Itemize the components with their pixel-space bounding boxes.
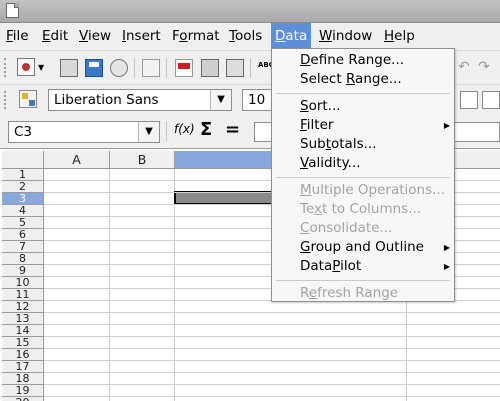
data-menu-dropdown: Define Range... Select Range... Sort... … [271,48,455,302]
font-size-value: 10 [248,92,266,108]
menu-item-refresh-range[interactable]: Refresh Range [300,285,398,301]
function-wizard-icon[interactable]: f(x) [174,122,195,136]
justify-icon[interactable] [482,91,500,109]
toolbar-separator [134,58,135,78]
row-header-6[interactable]: 6 [2,229,44,241]
row-header-19[interactable]: 19 [2,385,44,397]
menu-item-define-range[interactable]: Define Range... [300,52,404,68]
menu-format[interactable]: Format [168,23,224,49]
font-name-value: Liberation Sans [54,92,159,108]
row-header-16[interactable]: 16 [2,349,44,361]
document-icon [6,3,19,18]
name-box[interactable]: C3 ▼ [8,121,160,143]
edit-file-icon[interactable] [142,59,160,77]
row-header-14[interactable]: 14 [2,325,44,337]
grid-line [44,396,500,397]
email-icon[interactable] [110,59,128,77]
toolbar-grip[interactable] [4,58,10,77]
grid-line [44,312,500,313]
redo-icon[interactable]: ↷ [478,59,496,77]
formula-icon[interactable]: = [225,119,240,140]
chevron-down-icon[interactable]: ▼ [210,90,231,110]
menu-insert[interactable]: Insert [118,23,165,49]
grid-line [44,336,500,337]
menu-window[interactable]: Window [315,23,376,49]
menu-separator [276,177,450,178]
open-folder-icon[interactable] [60,59,78,77]
toolbar-separator [166,121,167,141]
menu-item-validity[interactable]: Validity... [300,155,361,171]
menu-separator [276,280,450,281]
chevron-down-icon[interactable]: ▼ [138,122,159,142]
export-pdf-icon[interactable] [175,59,193,77]
toolbar-separator [166,58,167,78]
sum-icon[interactable]: Σ [200,119,212,140]
menu-item-consolidate[interactable]: Consolidate... [300,220,392,236]
undo-icon[interactable]: ↶ [458,59,476,77]
row-header-2[interactable]: 2 [2,181,44,193]
select-all-corner[interactable] [2,151,44,169]
row-header-4[interactable]: 4 [2,205,44,217]
toolbar-grip[interactable] [4,91,10,109]
menu-item-subtotals[interactable]: Subtotals... [300,136,376,152]
menu-item-sort[interactable]: Sort... [300,98,341,114]
toolbar-separator [250,58,251,78]
active-cell-c3[interactable] [174,191,274,205]
row-header-20[interactable]: 20 [2,397,44,401]
menu-item-multiple-operations[interactable]: Multiple Operations... [300,182,445,198]
menu-item-text-to-columns[interactable]: Text to Columns... [300,201,421,217]
row-header-10[interactable]: 10 [2,277,44,289]
new-document-icon[interactable] [17,58,35,76]
print-icon[interactable] [201,59,219,77]
menu-tools[interactable]: Tools [225,23,266,49]
row-header-3[interactable]: 3 [2,193,44,205]
row-header-11[interactable]: 11 [2,289,44,301]
grid-line [44,348,500,349]
menu-item-filter[interactable]: Filter ▶ [300,117,450,133]
menu-view[interactable]: View [75,23,115,49]
column-header-b[interactable]: B [110,151,175,169]
submenu-arrow-icon: ▶ [443,121,450,130]
submenu-arrow-icon: ▶ [443,262,450,271]
page-preview-icon[interactable] [226,59,244,77]
row-header-7[interactable]: 7 [2,241,44,253]
grid-line [44,384,500,385]
row-header-1[interactable]: 1 [2,169,44,181]
menu-file[interactable]: File [2,23,33,49]
row-header-17[interactable]: 17 [2,361,44,373]
title-bar [0,0,500,23]
row-header-8[interactable]: 8 [2,253,44,265]
menu-data[interactable]: Data [271,23,312,49]
spellcheck-icon[interactable]: ABC [258,59,274,77]
menu-bar: File Edit View Insert Format Tools Data … [0,23,500,49]
menu-item-select-range[interactable]: Select Range... [300,71,402,87]
grid-line [44,360,500,361]
row-header-13[interactable]: 13 [2,313,44,325]
styles-icon[interactable] [19,90,37,108]
align-right-icon[interactable] [460,91,478,109]
submenu-arrow-icon: ▶ [443,243,450,252]
menu-item-datapilot[interactable]: DataPilot ▶ [300,258,450,274]
chevron-down-icon[interactable]: ▼ [38,63,44,72]
name-box-value: C3 [14,124,33,140]
row-header-5[interactable]: 5 [2,217,44,229]
column-header-e[interactable] [455,151,500,169]
column-header-a[interactable]: A [44,151,110,169]
grid-line [44,324,500,325]
column-header-c[interactable] [175,151,272,169]
menu-separator [276,93,450,94]
font-name-field[interactable]: Liberation Sans ▼ [48,89,232,111]
grid-line [44,372,500,373]
row-header-12[interactable]: 12 [2,301,44,313]
row-header-15[interactable]: 15 [2,337,44,349]
menu-edit[interactable]: Edit [38,23,72,49]
menu-item-group-outline[interactable]: Group and Outline ▶ [300,239,450,255]
menu-help[interactable]: Help [380,23,419,49]
save-icon[interactable] [85,59,103,77]
row-header-9[interactable]: 9 [2,265,44,277]
row-header-18[interactable]: 18 [2,373,44,385]
